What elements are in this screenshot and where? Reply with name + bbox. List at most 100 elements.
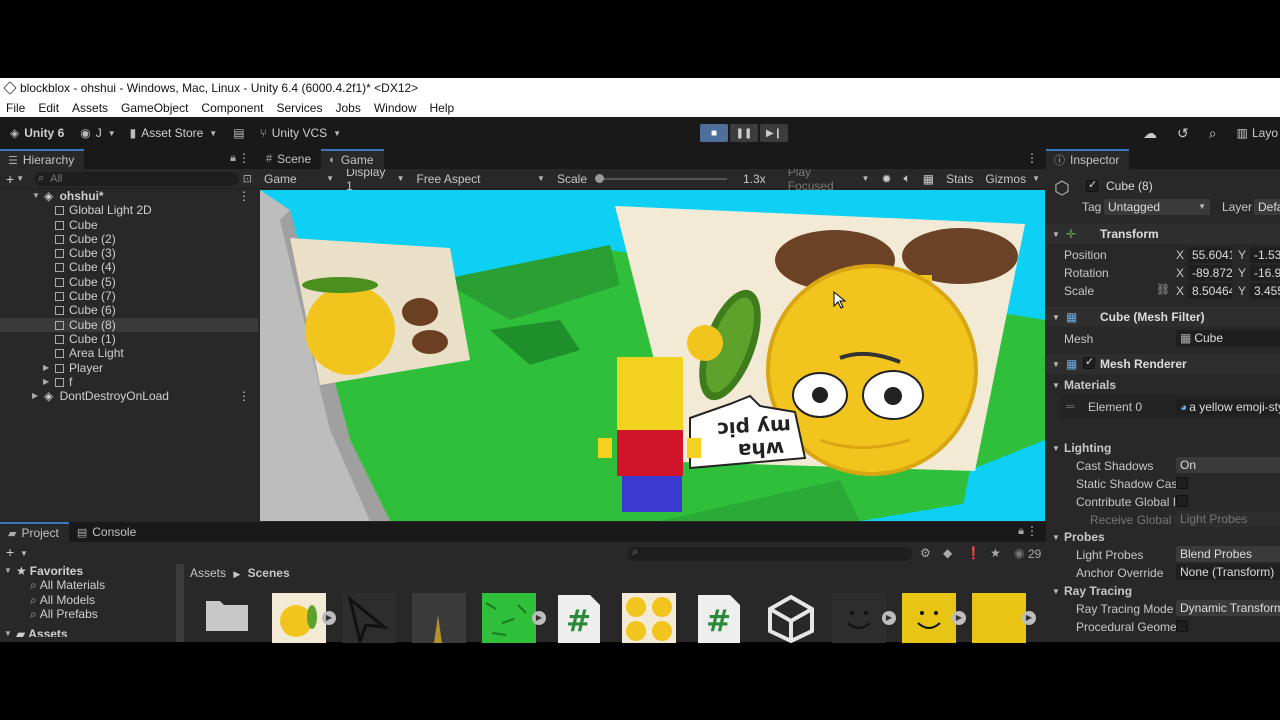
play-icon[interactable]: ▶ [322, 611, 336, 625]
breadcrumb-assets[interactable]: Assets [190, 566, 226, 580]
procedural-geometry-checkbox[interactable] [1176, 620, 1188, 632]
link-icon[interactable]: ⛓︎ [1156, 283, 1170, 296]
position-y-field[interactable]: -1.53 [1250, 247, 1280, 263]
keyboard-icon[interactable]: ▦ [917, 169, 940, 189]
mesh-field[interactable]: ▦ Cube [1176, 330, 1280, 346]
search-icon[interactable]: ⌕ [1209, 125, 1217, 142]
materials-foldout[interactable]: ▼ Materials [1046, 376, 1280, 394]
collapse-arrow-icon[interactable]: ▼ [1052, 533, 1060, 542]
scale-y-field[interactable]: 3.455 [1250, 283, 1280, 299]
account-dropdown[interactable]: ◉ J ▼ [80, 126, 115, 140]
scale-slider[interactable] [595, 173, 727, 184]
rotation-y-field[interactable]: -16.9 [1250, 265, 1280, 281]
menu-assets[interactable]: Assets [72, 101, 108, 115]
asset-store-dropdown[interactable]: ▮ Asset Store ▼ [130, 126, 218, 140]
game-viewport[interactable]: my pic wha [260, 190, 1045, 521]
warning-icon[interactable]: ❗ [966, 546, 981, 560]
filter-icon[interactable]: ⚙ [920, 546, 931, 560]
label-icon[interactable]: ◆ [943, 546, 952, 560]
anchor-override-field[interactable]: None (Transform) [1176, 564, 1280, 580]
light-probes-dropdown[interactable]: Blend Probes [1176, 546, 1280, 562]
hierarchy-item[interactable]: Global Light 2D [0, 203, 258, 217]
mesh-filter-header[interactable]: ▼ ▦ Cube (Mesh Filter) [1046, 307, 1280, 327]
pause-button[interactable]: ❚❚ [730, 124, 758, 142]
history-icon[interactable]: ↺ [1177, 125, 1189, 142]
add-icon[interactable]: + [6, 544, 14, 560]
kebab-menu-icon[interactable]: ⋮ [1026, 151, 1038, 165]
lock-icon[interactable]: 🔒︎ [1018, 525, 1024, 538]
add-icon[interactable]: + [6, 171, 14, 187]
tag-dropdown[interactable]: Untagged ▼ [1104, 199, 1210, 215]
game-mode-dropdown[interactable]: Game ▼ [258, 169, 340, 189]
hierarchy-item[interactable]: Cube (1) [0, 332, 258, 346]
hierarchy-item[interactable]: Cube (4) [0, 260, 258, 274]
hierarchy-search-input[interactable]: All [34, 171, 239, 186]
script-asset[interactable]: # [556, 593, 612, 643]
collapse-arrow-icon[interactable]: ▼ [1052, 587, 1060, 596]
breadcrumb-scenes[interactable]: Scenes [248, 566, 290, 580]
drag-handle-icon[interactable]: ═ [1066, 399, 1075, 413]
hierarchy-item[interactable]: Cube (6) [0, 303, 258, 317]
tab-game[interactable]: ◐ Game [321, 149, 384, 169]
favorite-item[interactable]: ⌕ All Models [0, 593, 176, 607]
chevron-down-icon[interactable]: ▼ [20, 549, 28, 558]
menu-services[interactable]: Services [276, 101, 322, 115]
lock-icon[interactable]: 🔒︎ [230, 152, 236, 165]
position-x-field[interactable]: 55.6041 [1188, 247, 1232, 263]
collapse-arrow-icon[interactable]: ▼ [1052, 381, 1060, 390]
collapse-arrow-icon[interactable]: ▼ [4, 564, 12, 578]
favorite-item[interactable]: ⌕ All Prefabs [0, 607, 176, 621]
active-checkbox[interactable] [1086, 178, 1098, 192]
kebab-menu-icon[interactable]: ⋮ [238, 151, 250, 165]
collapse-arrow-icon[interactable]: ▼ [4, 627, 12, 637]
package-button[interactable]: ▤ [233, 126, 249, 140]
expand-arrow-icon[interactable]: ▶ [32, 389, 38, 403]
play-focused-dropdown[interactable]: Play Focused ▼ [782, 165, 876, 193]
layer-dropdown[interactable]: Defa [1254, 199, 1280, 215]
tab-scene[interactable]: # Scene [258, 149, 321, 169]
menu-help[interactable]: Help [430, 101, 455, 115]
expand-arrow-icon[interactable]: ▼ [32, 189, 40, 203]
hierarchy-item-selected[interactable]: Cube (8) [0, 317, 258, 332]
menu-file[interactable]: File [6, 101, 25, 115]
receive-gi-dropdown[interactable]: Light Probes [1176, 511, 1280, 527]
kebab-menu-icon[interactable]: ⋮ [238, 189, 250, 203]
ray-tracing-mode-dropdown[interactable]: Dynamic Transform [1176, 600, 1280, 616]
cloud-icon[interactable]: ☁ [1143, 125, 1157, 142]
expand-arrow-icon[interactable]: ▶ [43, 361, 49, 375]
favorites-row[interactable]: ▼ ★ Favorites [0, 564, 176, 578]
emoji-image-asset[interactable]: ▶ [272, 593, 336, 643]
star-icon[interactable]: ★ [990, 546, 1001, 560]
unity-scene-asset[interactable] [764, 593, 820, 644]
unity-account-button[interactable]: ◈ Unity 6 [10, 126, 64, 140]
transform-header[interactable]: ▼ ✛ Transform [1046, 224, 1280, 244]
menu-gameobject[interactable]: GameObject [121, 101, 188, 115]
play-icon[interactable]: ▶ [952, 611, 966, 625]
kebab-menu-icon[interactable]: ⋮ [238, 389, 250, 403]
play-icon[interactable]: ▶ [1022, 611, 1036, 625]
assets-root-row[interactable]: ▼ ▰ Assets [0, 627, 176, 637]
layout-dropdown[interactable]: ▥ Layo [1237, 126, 1278, 140]
emoji-sheet-asset[interactable] [622, 593, 678, 643]
mesh-renderer-header[interactable]: ▼ ▦ Mesh Renderer [1046, 354, 1280, 374]
step-button[interactable]: ▶❙ [760, 124, 788, 142]
hierarchy-item[interactable]: Cube (5) [0, 275, 258, 289]
hierarchy-item[interactable]: Cube (3) [0, 246, 258, 260]
object-name-field[interactable]: Cube (8) [1102, 178, 1280, 194]
script-asset[interactable]: # [696, 593, 752, 643]
bug-icon[interactable]: ✹ [875, 169, 897, 189]
expand-arrow-icon[interactable]: ▶ [43, 375, 49, 389]
rotation-x-field[interactable]: -89.872 [1188, 265, 1232, 281]
hierarchy-item[interactable]: ▶ f [0, 375, 258, 389]
gizmos-dropdown[interactable]: Gizmos ▼ [979, 169, 1046, 189]
scene-row[interactable]: ▼ ◈ ohshui* ⋮ [0, 189, 258, 203]
collapse-arrow-icon[interactable]: ▼ [1052, 313, 1060, 322]
stop-button[interactable]: ■ [700, 124, 728, 142]
hierarchy-item[interactable]: Area Light [0, 346, 258, 360]
menu-edit[interactable]: Edit [38, 101, 59, 115]
audio-icon[interactable]: 🔈︎ [898, 169, 917, 189]
scale-slider-handle[interactable] [595, 173, 604, 183]
contribute-gi-checkbox[interactable] [1176, 495, 1188, 507]
cast-shadows-dropdown[interactable]: On [1176, 457, 1280, 473]
kebab-menu-icon[interactable]: ⋮ [1026, 524, 1038, 538]
